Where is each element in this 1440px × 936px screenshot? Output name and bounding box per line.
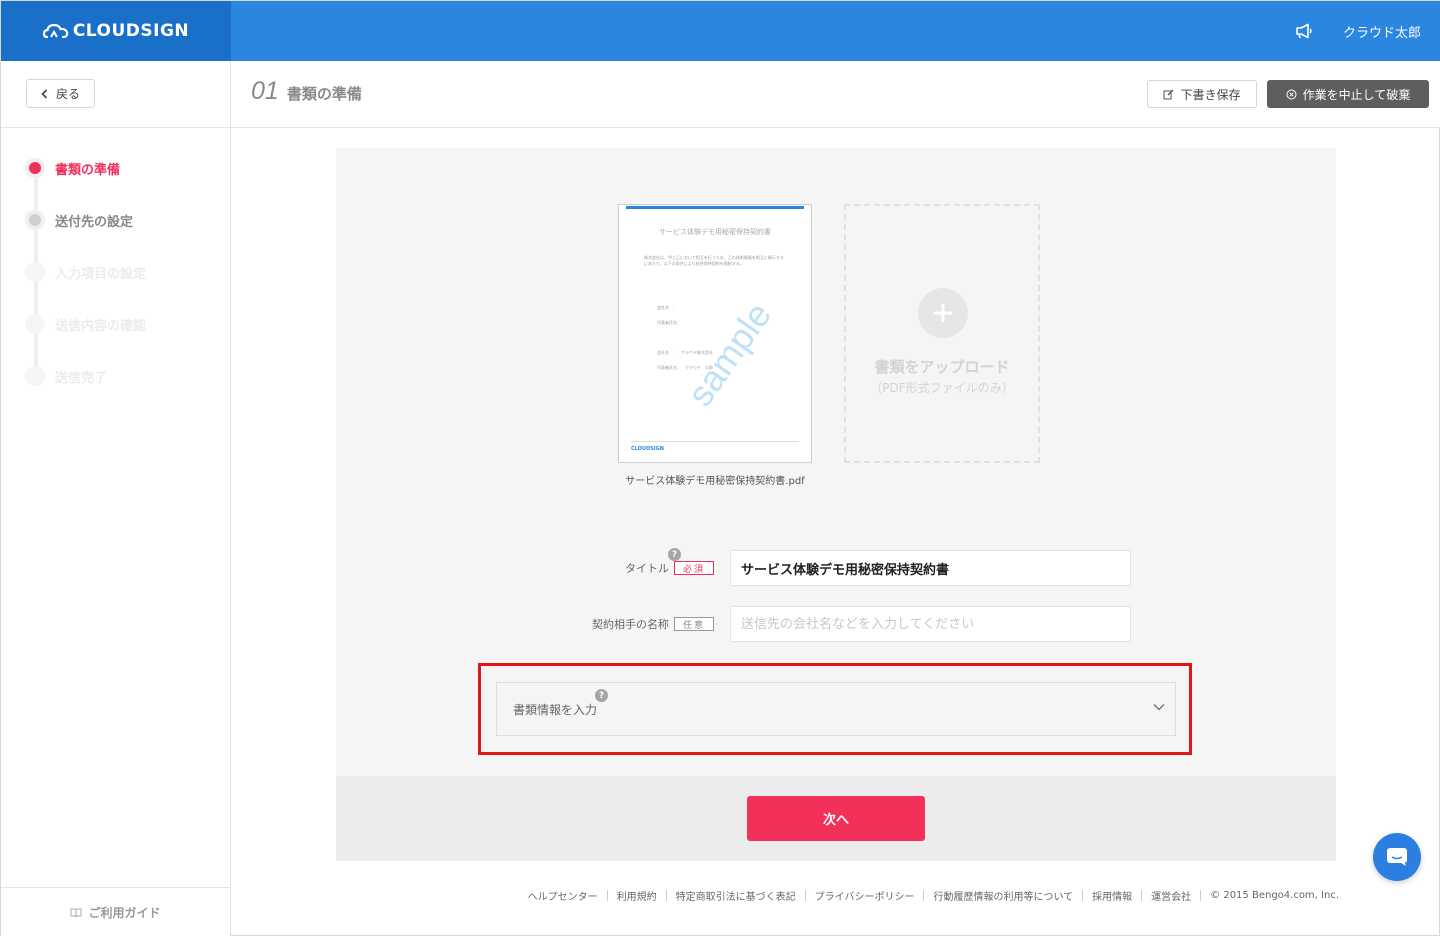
- footer-link-privacy[interactable]: プライバシーポリシー: [815, 888, 915, 903]
- footer-link-terms[interactable]: 利用規約: [617, 888, 657, 903]
- close-circle-icon: [1286, 89, 1297, 99]
- usage-guide-link[interactable]: ご利用ガイド: [1, 887, 230, 936]
- logo-text: CLOUDSIGN: [72, 21, 190, 41]
- footer: ヘルプセンター 利用規約 特定商取引法に基づく表記 プライバシーポリシー 行動履…: [528, 888, 1339, 903]
- optional-badge: 任意: [674, 617, 714, 631]
- logo[interactable]: CLOUDSIGN: [1, 1, 231, 61]
- edit-icon: [1163, 89, 1174, 99]
- sub-header: 戻る 01 書類の準備 下書き保存 作業を中止して破棄: [1, 61, 1440, 128]
- step-title: 書類の準備: [286, 85, 362, 103]
- sidebar-step-recipients: 送付先の設定: [25, 210, 133, 230]
- plus-icon: [918, 288, 968, 338]
- footer-link-commerce[interactable]: 特定商取引法に基づく表記: [676, 888, 796, 903]
- sidebar-step-label: 送信内容の確認: [55, 318, 147, 334]
- chevron-left-icon: [41, 88, 48, 99]
- save-draft-button[interactable]: 下書き保存: [1147, 80, 1257, 108]
- sidebar-step-fields: 入力項目の設定: [25, 262, 146, 282]
- title-label: タイトル: [625, 562, 669, 575]
- footer-link-behavior[interactable]: 行動履歴情報の利用等について: [933, 888, 1073, 903]
- document-thumbnail[interactable]: サービス体験デモ用秘密保持契約書 株式会社は、甲と乙において相互を行うため、乙の…: [618, 204, 812, 463]
- sidebar-step-confirm: 送信内容の確認: [25, 314, 146, 334]
- book-icon: [70, 908, 82, 917]
- footer-link-careers[interactable]: 採用情報: [1092, 888, 1132, 903]
- thumbnail-top-bar: [626, 206, 804, 209]
- title-input[interactable]: [730, 550, 1131, 586]
- step-active-dot-icon: [25, 158, 45, 178]
- footer-link-help[interactable]: ヘルプセンター: [528, 888, 598, 903]
- step-dot-icon: [25, 314, 45, 334]
- back-cell: 戻る: [1, 61, 231, 127]
- next-button[interactable]: 次へ: [747, 796, 925, 841]
- chat-icon: [1387, 848, 1407, 866]
- partner-name-input[interactable]: [730, 606, 1131, 642]
- document-info-label: 書類情報を入力: [513, 703, 598, 717]
- back-button[interactable]: 戻る: [26, 79, 95, 108]
- usage-guide-label: ご利用ガイド: [88, 906, 161, 920]
- step-number: 01: [251, 77, 279, 105]
- step-dot-icon: [25, 366, 45, 386]
- thumbnail-footer: CLOUDSIGN: [631, 441, 799, 452]
- sidebar-step-label: 送付先の設定: [55, 214, 134, 230]
- sidebar: 書類の準備 送付先の設定 入力項目の設定 送信内容の確認 送信完了 ご利用ガイド: [1, 128, 231, 936]
- cloud-logo-icon: [42, 23, 69, 39]
- page-title: 01 書類の準備: [251, 77, 362, 106]
- sidebar-step-label: 入力項目の設定: [55, 266, 147, 282]
- sidebar-step-label: 送信完了: [55, 370, 108, 386]
- upload-text: 書類をアップロード: [874, 358, 1010, 376]
- save-draft-label: 下書き保存: [1180, 87, 1241, 102]
- thumbnail-body: 株式会社は、甲と乙において相互を行うため、乙の技術情報を相互に開示するにあたり、…: [644, 255, 784, 266]
- sidebar-step-label: 書類の準備: [55, 162, 121, 178]
- upload-subtext: （PDF形式ファイルのみ）: [870, 381, 1014, 395]
- document-filename: サービス体験デモ用秘密保持契約書.pdf: [625, 476, 805, 487]
- megaphone-icon[interactable]: [1295, 23, 1313, 39]
- abort-label: 作業を中止して破棄: [1302, 87, 1411, 102]
- thumbnail-title: サービス体験デモ用秘密保持契約書: [659, 228, 771, 236]
- sidebar-step-complete: 送信完了: [25, 366, 107, 386]
- document-info-accordion[interactable]: 書類情報を入力 ?: [496, 682, 1176, 736]
- chat-button[interactable]: [1373, 833, 1421, 881]
- top-bar: CLOUDSIGN クラウド太郎: [1, 1, 1440, 61]
- user-area: クラウド太郎: [1295, 1, 1421, 61]
- required-badge: 必須: [674, 561, 714, 575]
- partner-label: 契約相手の名称: [592, 618, 669, 631]
- step-dot-icon: [25, 210, 45, 230]
- help-icon[interactable]: ?: [595, 689, 608, 702]
- thumbnail-line: 代表者氏名：: [657, 320, 681, 325]
- help-icon[interactable]: ?: [668, 548, 681, 561]
- sidebar-step-prepare: 書類の準備: [25, 158, 120, 178]
- abort-button[interactable]: 作業を中止して破棄: [1267, 80, 1429, 108]
- back-label: 戻る: [55, 87, 80, 101]
- step-dot-icon: [25, 262, 45, 282]
- thumbnail-line: 会社名 ：: [657, 305, 677, 310]
- chevron-down-icon: [1153, 703, 1165, 711]
- copyright: © 2015 Bengo4.com, Inc.: [1210, 890, 1339, 901]
- user-name[interactable]: クラウド太郎: [1343, 22, 1421, 41]
- footer-link-company[interactable]: 運営会社: [1151, 888, 1191, 903]
- upload-dropzone[interactable]: 書類をアップロード （PDF形式ファイルのみ）: [844, 204, 1040, 463]
